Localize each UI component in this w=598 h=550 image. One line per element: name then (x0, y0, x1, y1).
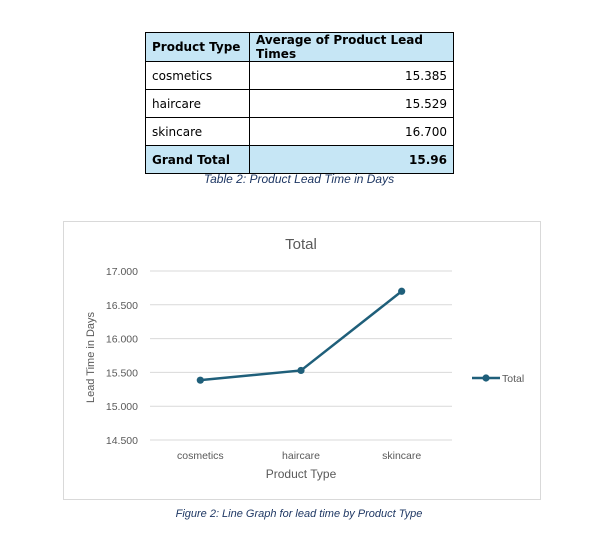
figure-caption: Figure 2: Line Graph for lead time by Pr… (175, 508, 423, 520)
grand-total-value: 15.96 (249, 145, 454, 174)
row-value: 16.700 (249, 117, 454, 146)
x-axis-title: Product Type (266, 467, 337, 481)
row-value: 15.529 (249, 89, 454, 118)
y-tick-label: 17.000 (106, 266, 138, 278)
line-chart: Total 14.500 15.000 15.500 16.000 16.500 17.00… (63, 221, 541, 500)
pivot-table: Product Type Average of Product Lead Tim… (145, 32, 454, 174)
grand-total-row: Grand Total 15.96 (145, 145, 454, 174)
legend-marker (482, 374, 490, 382)
table-header-row: Product Type Average of Product Lead Tim… (145, 32, 454, 62)
grand-total-label: Grand Total (145, 145, 250, 174)
y-tick-label: 16.500 (106, 300, 138, 312)
header-average-lead-times: Average of Product Lead Times (249, 32, 454, 62)
y-tick-label: 14.500 (106, 435, 138, 447)
y-axis-title: Lead Time in Days (85, 311, 97, 403)
x-tick-label: haircare (282, 450, 320, 462)
x-tick-label: skincare (382, 450, 421, 462)
table-row: haircare 15.529 (145, 89, 454, 118)
lead-time-table: Product Type Average of Product Lead Tim… (145, 32, 454, 174)
row-value: 15.385 (249, 61, 454, 90)
data-point (398, 287, 406, 295)
chart-svg: Total 14.500 15.000 15.500 16.000 16.500 17.00… (85, 236, 524, 481)
data-point (196, 376, 204, 384)
table-row: skincare 16.700 (145, 117, 454, 146)
y-tick-label: 16.000 (106, 334, 138, 346)
legend-label: Total (502, 373, 524, 385)
header-product-type: Product Type (145, 32, 250, 62)
y-tick-label: 15.000 (106, 401, 138, 413)
row-label: haircare (145, 89, 250, 118)
chart-title: Total (285, 236, 317, 253)
row-label: cosmetics (145, 61, 250, 90)
table-caption: Table 2: Product Lead Time in Days (203, 172, 395, 186)
y-tick-label: 15.500 (106, 367, 138, 379)
x-tick-label: cosmetics (177, 450, 224, 462)
data-point (297, 366, 305, 375)
table-row: cosmetics 15.385 (145, 61, 454, 90)
row-label: skincare (145, 117, 250, 146)
